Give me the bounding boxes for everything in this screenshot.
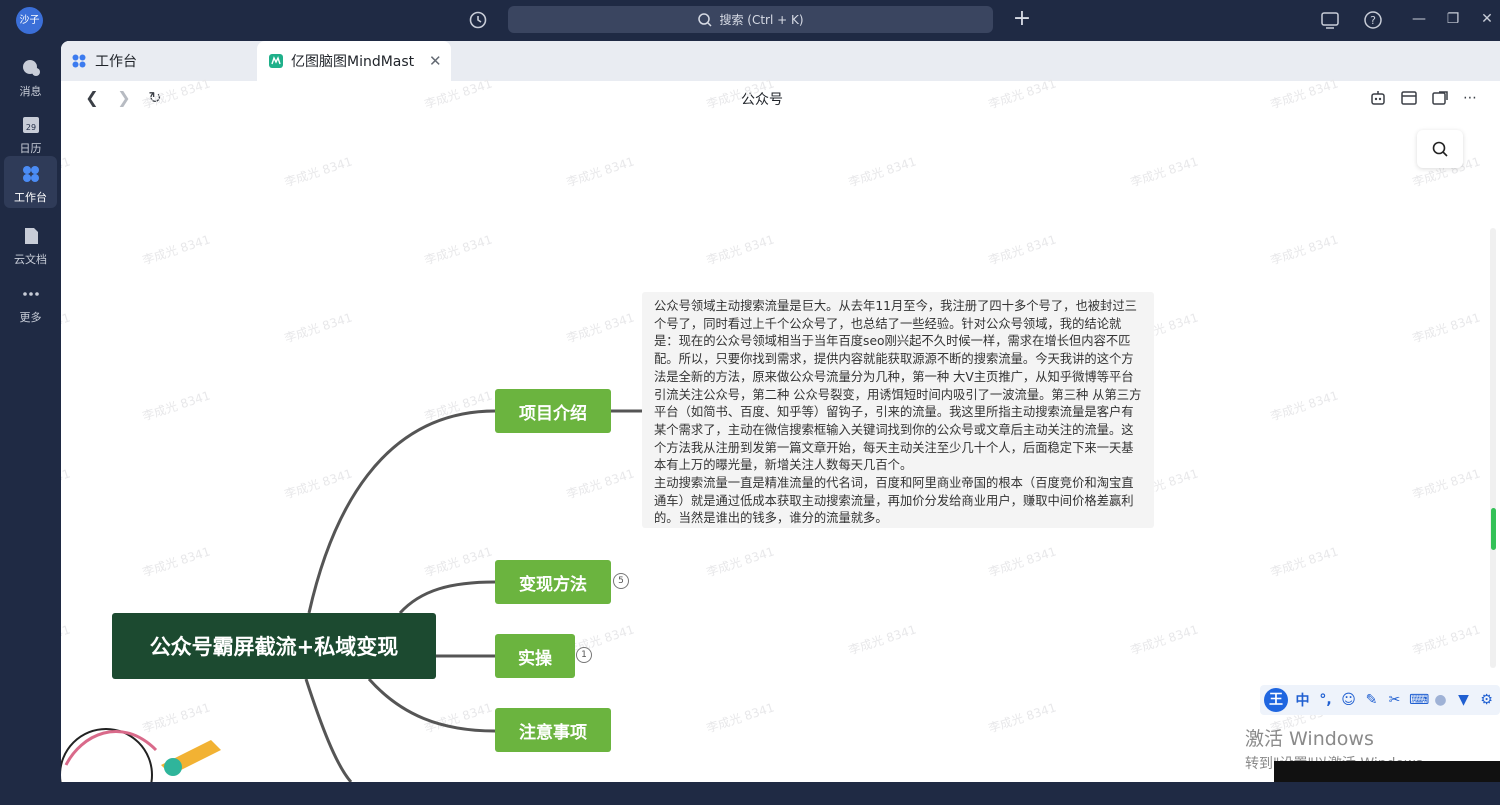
ime-mode[interactable]: 中 <box>1294 690 1311 710</box>
keyboard-icon[interactable]: ⌨ <box>1409 692 1429 708</box>
tab-workbench[interactable]: 工作台 <box>71 41 261 81</box>
branch-topic[interactable]: 实操 <box>495 634 575 678</box>
settings-icon[interactable]: ⚙ <box>1478 692 1495 708</box>
sidebar-item-cloud-docs[interactable]: 云文档 <box>4 218 57 270</box>
main-window: 工作台 亿图脑图MindMaster ✕ ❮ ❯ ↻ 公众号 ⋯ 李成光 834… <box>61 41 1500 782</box>
tab-mindmaster[interactable]: 亿图脑图MindMaster ✕ <box>257 41 451 81</box>
more-options-icon[interactable]: ⋯ <box>1459 87 1481 109</box>
forward-icon[interactable]: ❯ <box>113 87 135 109</box>
scrollbar-thumb[interactable] <box>1491 508 1496 550</box>
calendar-icon: 29 <box>22 117 39 133</box>
activate-title: 激活 Windows <box>1245 728 1374 750</box>
sidebar-item-messages[interactable]: 消息 <box>4 50 57 102</box>
skin-icon[interactable]: ▼ <box>1455 692 1472 708</box>
message-icon <box>22 60 40 76</box>
search-input[interactable]: 搜索 (Ctrl + K) <box>508 6 993 33</box>
sidebar-item-calendar[interactable]: 29 日历 <box>4 107 57 159</box>
mindmap-canvas[interactable]: 李成光 8341 李成光 8341 李成光 8341 李成光 8341 李成光 8341… <box>61 76 1500 782</box>
find-button[interactable] <box>1417 130 1463 168</box>
minimize-icon[interactable]: — <box>1408 8 1430 30</box>
branch-topic[interactable]: 注意事项 <box>495 708 611 752</box>
maximize-icon[interactable]: ❐ <box>1442 8 1464 30</box>
popout-icon[interactable] <box>1429 87 1451 109</box>
avatar[interactable]: 沙子 <box>16 7 43 34</box>
history-icon[interactable] <box>467 9 489 31</box>
pen-icon[interactable]: ✎ <box>1363 692 1380 708</box>
branch-topic[interactable]: 项目介绍 <box>495 389 611 433</box>
collapsed-count-badge[interactable]: 1 <box>576 647 592 663</box>
title-bar: 沙子 搜索 (Ctrl + K) + ? — ❐ ✕ <box>0 0 1500 40</box>
tab-label: 工作台 <box>95 54 137 70</box>
cloud-doc-icon <box>24 228 38 244</box>
sidebar-item-more[interactable]: 更多 <box>4 276 57 328</box>
scissors-icon[interactable]: ✂ <box>1386 692 1403 708</box>
sidebar-item-workbench[interactable]: 工作台 <box>4 156 57 208</box>
ime-logo[interactable]: 王 <box>1264 688 1288 712</box>
window-icon[interactable] <box>1398 87 1420 109</box>
sidebar: 消息 29 日历 工作台 云文档 更多 <box>0 40 61 805</box>
topic-note[interactable]: 公众号领域主动搜索流量是巨大。从去年11月至今，我注册了四十多个号了，也被封过三… <box>642 292 1154 528</box>
punctuation-icon[interactable]: °, <box>1317 692 1334 708</box>
sidebar-item-label: 更多 <box>19 311 42 324</box>
ime-toolbar: 王 中 °, ☺ ✎ ✂ ⌨ ● ▼ ⚙ <box>1260 685 1500 715</box>
more-icon <box>22 292 39 296</box>
close-window-icon[interactable]: ✕ <box>1476 8 1498 30</box>
back-icon[interactable]: ❮ <box>81 87 103 109</box>
help-icon[interactable]: ? <box>1362 9 1384 31</box>
workbench-icon <box>22 166 39 182</box>
overlay-block <box>1274 761 1500 782</box>
close-tab-icon[interactable]: ✕ <box>429 52 442 70</box>
collapsed-count-badge[interactable]: 5 <box>613 573 629 589</box>
robot-icon[interactable] <box>1367 87 1389 109</box>
branch-topic[interactable]: 变现方法 <box>495 560 611 604</box>
sidebar-item-label: 日历 <box>19 142 42 155</box>
workbench-tab-icon <box>72 54 86 68</box>
emoji-icon[interactable]: ☺ <box>1340 692 1357 708</box>
tab-label: 亿图脑图MindMaster <box>291 54 415 70</box>
search-icon <box>1432 141 1448 157</box>
sticker-decoration <box>61 728 221 782</box>
screen-share-icon[interactable] <box>1319 9 1341 31</box>
bottom-border <box>0 782 1500 805</box>
search-icon <box>698 12 712 27</box>
root-topic[interactable]: 公众号霸屏截流+私域变现 <box>112 613 436 679</box>
user-icon[interactable]: ● <box>1432 692 1449 708</box>
svg-text:29: 29 <box>25 123 35 132</box>
mindmaster-icon <box>269 54 283 68</box>
add-icon[interactable]: + <box>1011 8 1033 30</box>
sidebar-item-label: 工作台 <box>14 191 47 204</box>
svg-text:?: ? <box>1370 14 1376 27</box>
search-placeholder: 搜索 (Ctrl + K) <box>719 13 804 27</box>
tab-bar: 工作台 亿图脑图MindMaster ✕ <box>61 41 1500 81</box>
sidebar-item-label: 消息 <box>19 85 42 98</box>
sidebar-item-label: 云文档 <box>14 253 47 266</box>
vertical-scrollbar[interactable] <box>1490 228 1496 668</box>
